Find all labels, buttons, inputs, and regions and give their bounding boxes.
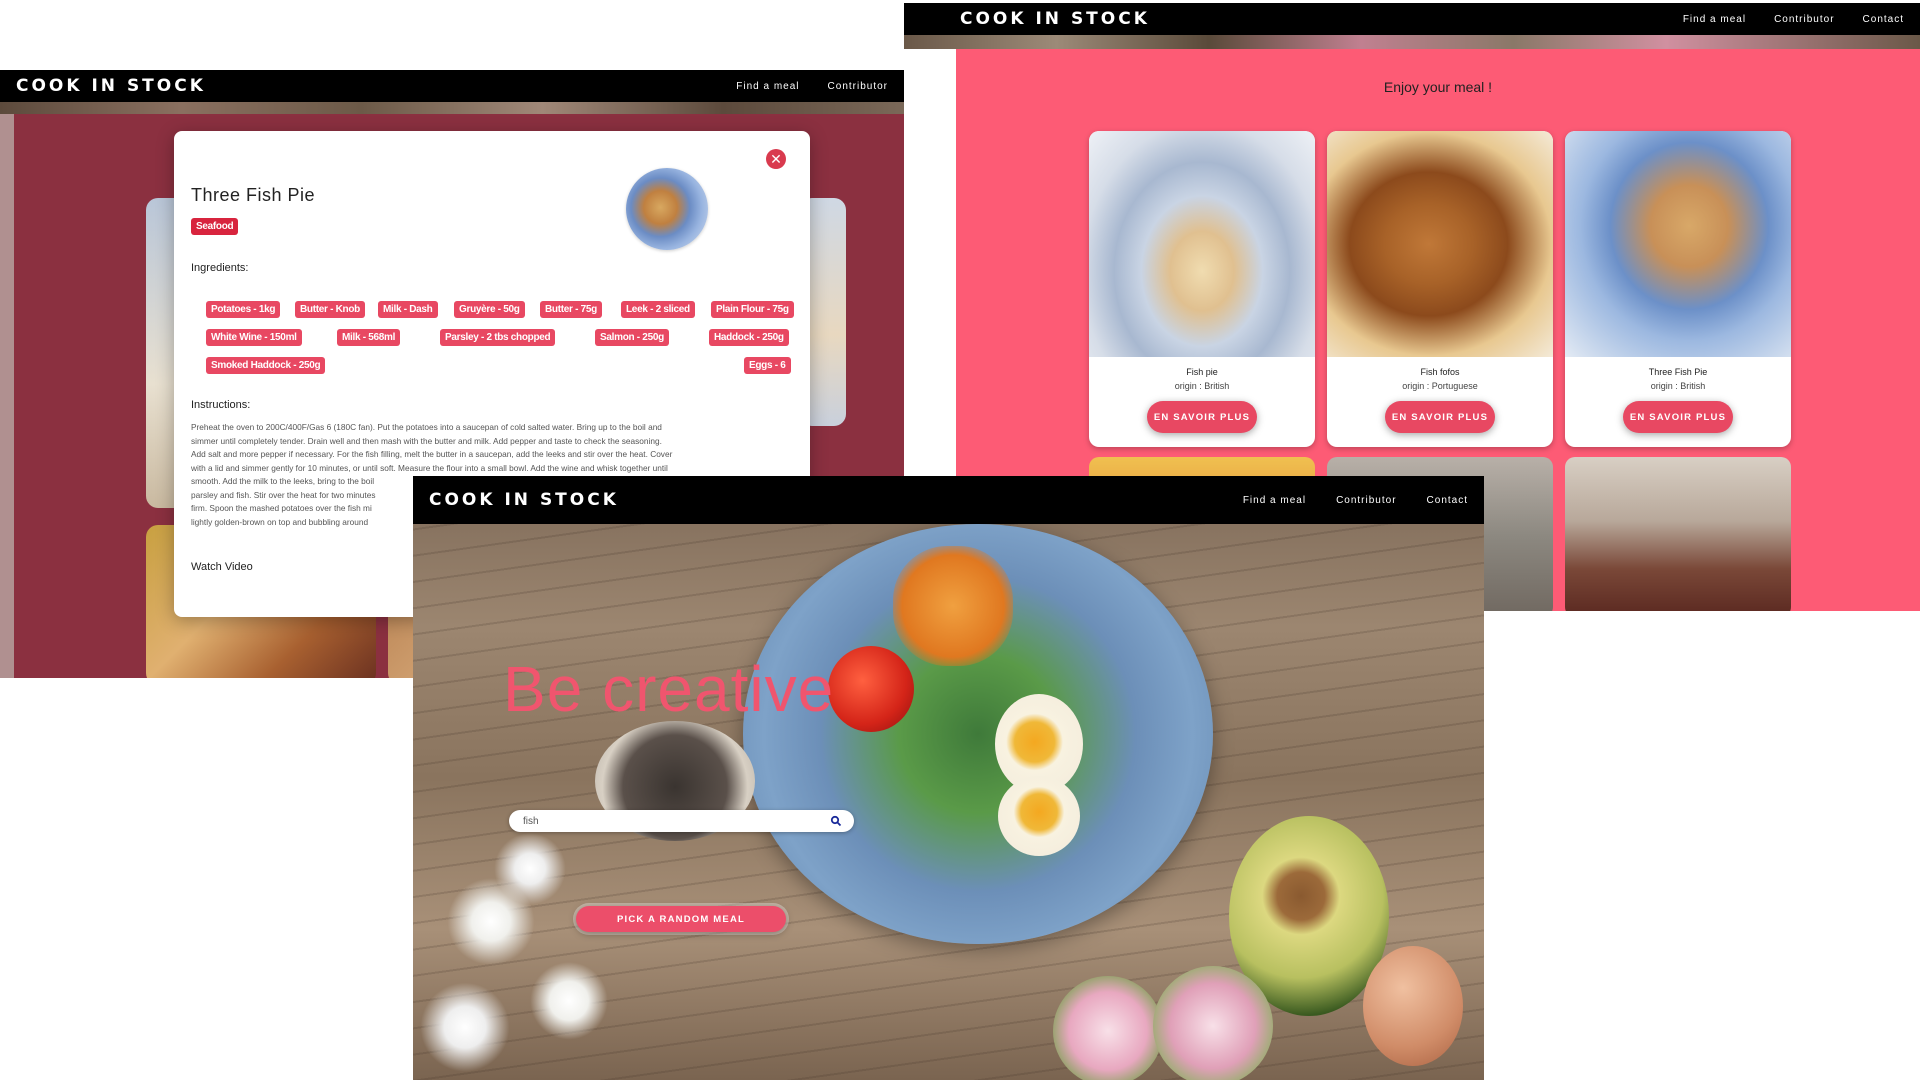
- brand-logo[interactable]: COOK IN STOCK: [429, 490, 619, 510]
- hero-headline: Be creative: [503, 653, 835, 725]
- nav-links: Find a meal Contributor Contact: [1243, 495, 1468, 506]
- ingredient-tag: Smoked Haddock - 250g: [206, 357, 326, 374]
- scroll-gutter: [0, 114, 14, 678]
- nav-contributor[interactable]: Contributor: [828, 81, 888, 92]
- instruction-line: Add salt and more pepper if necessary. F…: [191, 449, 673, 459]
- pick-random-meal-button[interactable]: PICK A RANDOM MEAL: [576, 906, 786, 932]
- nav-find-a-meal[interactable]: Find a meal: [1683, 14, 1746, 25]
- nav-contact[interactable]: Contact: [1427, 495, 1468, 506]
- radish-slice: [1053, 976, 1163, 1080]
- search-bar: [509, 810, 854, 832]
- blossom-branch: [413, 816, 673, 1080]
- recipe-title: Three Fish Pie: [191, 185, 316, 205]
- radish-slice: [1153, 966, 1273, 1080]
- ingredient-tag: Butter - 75g: [540, 301, 602, 318]
- header-photo-strip: [904, 35, 1920, 49]
- meal-card: Three Fish Pie origin : British EN SAVOI…: [1565, 131, 1791, 447]
- search-icon[interactable]: [830, 814, 844, 828]
- instructions-label: Instructions:: [191, 399, 251, 411]
- nav-links: Find a meal Contributor: [736, 81, 888, 92]
- recipe-navbar: COOK IN STOCK Find a meal Contributor: [0, 70, 904, 102]
- en-savoir-plus-button[interactable]: EN SAVOIR PLUS: [1623, 401, 1733, 433]
- results-heading: Enjoy your meal !: [1383, 79, 1493, 95]
- brown-egg: [1363, 946, 1463, 1066]
- meal-image: [1565, 131, 1791, 357]
- close-icon[interactable]: ✕: [766, 149, 786, 169]
- ingredient-tag: Plain Flour - 75g: [711, 301, 794, 318]
- meal-image: [1327, 131, 1553, 357]
- header-photo-strip: [0, 102, 904, 114]
- ingredient-tag: Gruyère - 50g: [454, 301, 525, 318]
- meal-origin: origin : British: [1174, 381, 1230, 391]
- meal-card: [1565, 457, 1791, 611]
- brand-logo[interactable]: COOK IN STOCK: [960, 9, 1150, 29]
- en-savoir-plus-button[interactable]: EN SAVOIR PLUS: [1147, 401, 1257, 433]
- brand-logo[interactable]: COOK IN STOCK: [16, 76, 206, 96]
- carrot-pile: [893, 546, 1013, 666]
- ingredient-tag: Salmon - 250g: [595, 329, 669, 346]
- ingredient-tag: White Wine - 150ml: [206, 329, 302, 346]
- home-screen: COOK IN STOCK Find a meal Contributor Co…: [413, 476, 1484, 1080]
- meal-card: Fish pie origin : British EN SAVOIR PLUS: [1089, 131, 1315, 447]
- ingredient-tag: Potatoes - 1kg: [206, 301, 281, 318]
- instruction-line: with a lid and simmer gently for 10 minu…: [191, 462, 668, 473]
- ingredient-tag: Eggs - 6: [744, 357, 791, 374]
- ingredients-label: Ingredients:: [191, 262, 249, 274]
- watch-video-link[interactable]: Watch Video: [191, 561, 253, 573]
- meal-card: Fish fofos origin : Portuguese EN SAVOIR…: [1327, 131, 1553, 447]
- ingredient-tag: Haddock - 250g: [709, 329, 789, 346]
- meal-name: Three Fish Pie: [1648, 367, 1708, 377]
- nav-contributor[interactable]: Contributor: [1774, 14, 1834, 25]
- ingredient-tag: Butter - Knob: [295, 301, 365, 318]
- meal-image: [1089, 131, 1315, 357]
- ingredient-tag: Milk - 568ml: [337, 329, 401, 346]
- en-savoir-plus-button[interactable]: EN SAVOIR PLUS: [1385, 401, 1495, 433]
- search-input[interactable]: [523, 814, 823, 828]
- tomato: [828, 646, 914, 732]
- home-navbar: COOK IN STOCK Find a meal Contributor Co…: [413, 476, 1484, 524]
- nav-find-a-meal[interactable]: Find a meal: [736, 81, 799, 92]
- instruction-line: simmer until completely tender. Drain we…: [191, 435, 662, 446]
- ingredient-tag: Parsley - 2 tbs chopped: [440, 329, 556, 346]
- ingredient-tag: Milk - Dash: [378, 301, 438, 318]
- ingredient-tag: Leek - 2 sliced: [621, 301, 695, 318]
- results-navbar: COOK IN STOCK Find a meal Contributor Co…: [904, 3, 1920, 35]
- recipe-thumbnail: [626, 168, 708, 250]
- meal-origin: origin : Portuguese: [1402, 381, 1478, 391]
- instruction-line: Preheat the oven to 200C/400F/Gas 6 (180…: [191, 422, 662, 432]
- meal-name: Fish fofos: [1420, 367, 1460, 377]
- nav-find-a-meal[interactable]: Find a meal: [1243, 495, 1306, 506]
- nav-contact[interactable]: Contact: [1863, 14, 1904, 25]
- meal-origin: origin : British: [1650, 381, 1706, 391]
- egg: [998, 776, 1080, 856]
- nav-links: Find a meal Contributor Contact: [1683, 14, 1904, 25]
- meal-name: Fish pie: [1186, 367, 1218, 377]
- nav-contributor[interactable]: Contributor: [1336, 495, 1396, 506]
- category-tag: Seafood: [191, 218, 239, 235]
